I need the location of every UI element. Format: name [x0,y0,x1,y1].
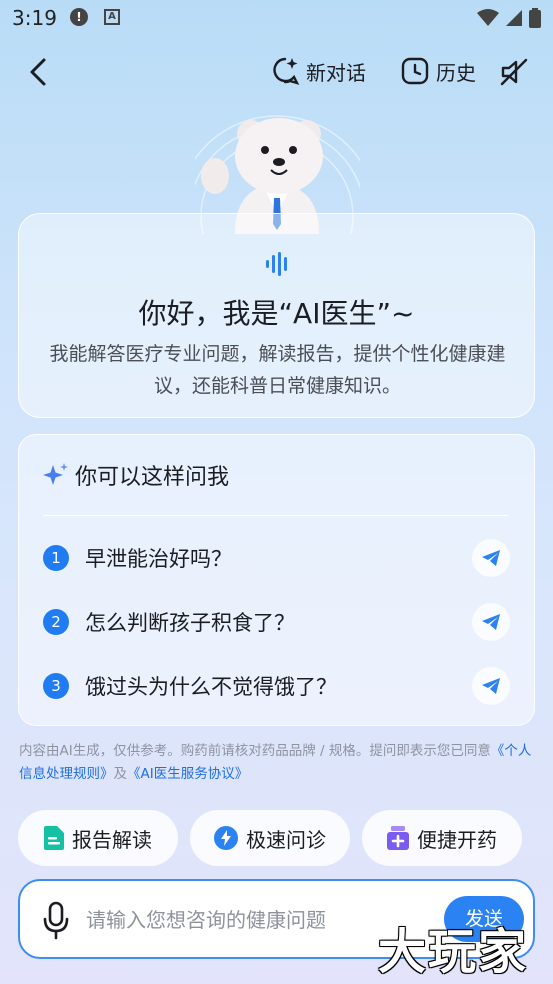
question-text: 怎么判断孩子积食了？ [85,611,295,635]
history-button[interactable]: 历史 [400,56,476,86]
wifi-icon [477,9,499,26]
suggested-question-1[interactable]: 1 早泄能治好吗？ [43,538,510,578]
sparkle-icon [43,463,68,485]
suggested-question-3[interactable]: 3 饿过头为什么不觉得饿了？ [43,666,510,706]
paper-plane-icon [482,614,500,630]
question-text: 早泄能治好吗？ [85,547,232,571]
greeting-card: 你好，我是“AI医生”~ 我能解答医疗专业问题，解读报告，提供个性化健康建议，还… [18,213,535,418]
watermark: 大玩家 [378,924,529,980]
voice-wave-icon [266,252,287,276]
report-label: 报告解读 [72,827,152,852]
send-question-button[interactable] [472,603,510,641]
greeting-title: 你好，我是“AI医生”~ [138,297,415,330]
report-icon [44,826,64,850]
mute-button[interactable] [498,56,530,88]
clock-icon [401,57,429,85]
lightning-icon [214,826,238,850]
chevron-left-icon [30,58,46,86]
question-number-badge: 2 [43,609,69,635]
medicine-icon [387,826,409,850]
new-chat-icon [273,57,300,85]
question-number-badge: 3 [43,673,69,699]
paper-plane-icon [482,678,500,694]
alert-icon: ! [70,8,88,26]
disclaimer: 内容由AI生成，仅供参考。购药前请核对药品品牌 / 规格。提问即表示您已同意《个… [19,740,534,786]
paper-plane-icon [482,550,500,566]
prescribe-medicine-button[interactable]: 便捷开药 [362,810,522,866]
new-chat-label: 新对话 [306,60,366,85]
health-question-input[interactable] [86,905,396,935]
battery-icon [529,8,541,28]
send-question-button[interactable] [472,667,510,705]
new-chat-button[interactable]: 新对话 [270,56,366,86]
status-bar: 3:19 ! A [0,0,553,36]
service-agreement-link[interactable]: 《AI医生服务协议》 [127,766,248,782]
greeting-description: 我能解答医疗专业问题，解读报告，提供个性化健康建议，还能科普日常健康知识。 [49,343,506,397]
status-icons [477,8,541,28]
back-button[interactable] [20,54,56,90]
divider [43,515,508,516]
microphone-button[interactable] [42,901,70,945]
keyboard-a-icon: A [104,9,120,25]
suggestion-header: 你可以这样问我 [43,459,229,491]
microphone-icon [43,901,69,940]
suggestion-heading: 你可以这样问我 [75,465,230,490]
top-nav: 新对话 历史 [0,50,553,98]
question-text: 饿过头为什么不觉得饿了？ [85,675,337,699]
suggested-question-2[interactable]: 2 怎么判断孩子积食了？ [43,602,510,642]
consult-label: 极速问诊 [246,827,326,852]
disclaimer-text: 内容由AI生成，仅供参考。购药前请核对药品品牌 / 规格。提问即表示您已同意 [19,743,491,759]
history-label: 历史 [436,60,476,85]
send-question-button[interactable] [472,539,510,577]
medicine-label: 便捷开药 [417,827,497,852]
suggestion-card: 你可以这样问我 1 早泄能治好吗？ 2 怎么判断孩子积食了？ 3 饿过头为什么不… [18,434,535,726]
signal-icon [506,10,522,26]
disclaimer-and: 及 [113,766,128,782]
status-time: 3:19 [12,6,57,30]
report-interpretation-button[interactable]: 报告解读 [18,810,178,866]
fast-consult-button[interactable]: 极速问诊 [190,810,350,866]
speaker-muted-icon [500,58,528,86]
question-number-badge: 1 [43,545,69,571]
